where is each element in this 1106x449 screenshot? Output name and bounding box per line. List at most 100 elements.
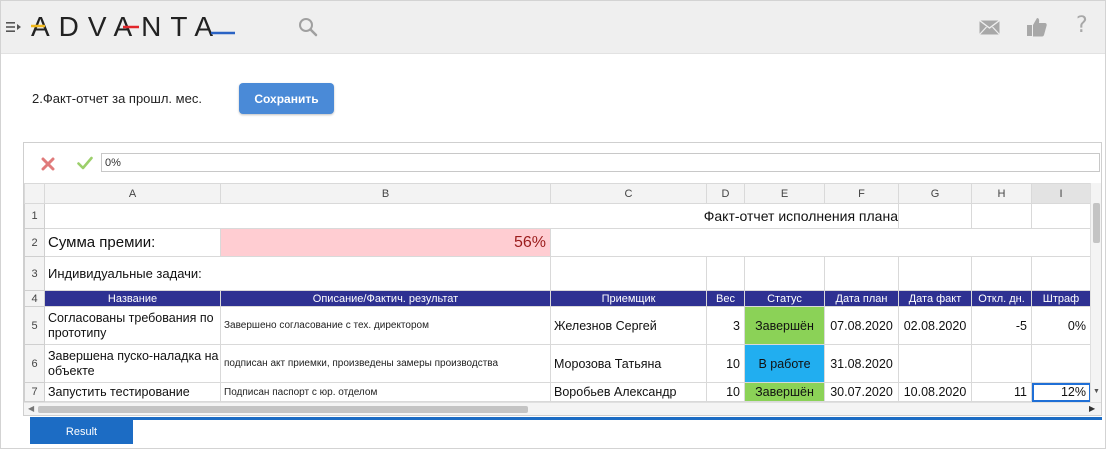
weight-cell[interactable]: 10: [706, 344, 745, 383]
row-header[interactable]: 3: [24, 256, 45, 291]
cell[interactable]: [824, 256, 899, 291]
table-row: 7 Запустить тестирование Подписан паспор…: [24, 382, 1090, 402]
horizontal-scrollbar[interactable]: ◀ ▶: [24, 402, 1101, 415]
header-cell[interactable]: Приемщик: [550, 290, 707, 307]
mail-icon[interactable]: [979, 20, 1000, 35]
top-bar: ADVANTA ?: [1, 1, 1105, 54]
column-header-selected[interactable]: I: [1031, 183, 1090, 204]
fine-cell[interactable]: [1031, 344, 1090, 383]
column-header[interactable]: E: [744, 183, 825, 204]
row-header[interactable]: 7: [24, 382, 45, 402]
fact-date-cell[interactable]: 10.08.2020: [898, 382, 972, 402]
vertical-scrollbar[interactable]: ▼: [1090, 183, 1101, 402]
help-icon[interactable]: ?: [1076, 13, 1088, 38]
row-header[interactable]: 4: [24, 290, 45, 307]
receiver-cell[interactable]: Железнов Сергей: [550, 306, 707, 345]
scroll-right-arrow-icon[interactable]: ▶: [1089, 404, 1095, 413]
row-header[interactable]: 6: [24, 344, 45, 383]
menu-icon[interactable]: [6, 21, 22, 33]
cell[interactable]: [550, 256, 707, 291]
weight-cell[interactable]: 10: [706, 382, 745, 402]
header-cell[interactable]: Откл. дн.: [971, 290, 1032, 307]
table-row: 2 Сумма премии: 56%: [24, 228, 1090, 257]
search-icon[interactable]: [297, 16, 319, 38]
column-header[interactable]: H: [971, 183, 1032, 204]
status-cell[interactable]: В работе: [744, 344, 825, 383]
cell[interactable]: [971, 203, 1032, 229]
row-header[interactable]: 1: [24, 203, 45, 229]
column-header[interactable]: F: [824, 183, 899, 204]
horizontal-scroll-thumb[interactable]: [38, 406, 528, 413]
report-title-cell[interactable]: Факт-отчет исполнения плана: [44, 203, 899, 229]
cell[interactable]: [1031, 256, 1090, 291]
bonus-label-cell[interactable]: Сумма премии:: [44, 228, 221, 257]
table-row: 6 Завершена пуско-наладка на объекте под…: [24, 344, 1090, 383]
status-cell[interactable]: Завершён: [744, 306, 825, 345]
column-header[interactable]: D: [706, 183, 745, 204]
plan-date-cell[interactable]: 31.08.2020: [824, 344, 899, 383]
tasks-label-cell[interactable]: Индивидуальные задачи:: [44, 256, 551, 291]
cell[interactable]: [971, 256, 1032, 291]
cell[interactable]: [898, 256, 972, 291]
task-desc-cell[interactable]: подписан акт приемки, произведены замеры…: [220, 344, 551, 383]
cell[interactable]: [1031, 203, 1090, 229]
weight-cell[interactable]: 3: [706, 306, 745, 345]
column-header[interactable]: G: [898, 183, 972, 204]
header-cell[interactable]: Дата факт: [898, 290, 972, 307]
header-cell[interactable]: Статус: [744, 290, 825, 307]
table-row: 3 Индивидуальные задачи:: [24, 256, 1090, 291]
cell[interactable]: [898, 203, 972, 229]
status-cell[interactable]: Завершён: [744, 382, 825, 402]
spreadsheet-grid: A B C D E F G H I 1 Факт-отчет исполнени…: [24, 183, 1090, 402]
plan-date-cell[interactable]: 07.08.2020: [824, 306, 899, 345]
task-name-cell[interactable]: Запустить тестирование: [44, 382, 221, 402]
column-header[interactable]: C: [550, 183, 707, 204]
plan-date-cell[interactable]: 30.07.2020: [824, 382, 899, 402]
column-header[interactable]: A: [44, 183, 221, 204]
header-cell[interactable]: Вес: [706, 290, 745, 307]
vertical-scroll-thumb[interactable]: [1093, 203, 1100, 243]
table-row: 1 Факт-отчет исполнения плана: [24, 203, 1090, 229]
cell[interactable]: [744, 256, 825, 291]
spreadsheet-panel: A B C D E F G H I 1 Факт-отчет исполнени…: [23, 142, 1102, 416]
task-desc-cell[interactable]: Подписан паспорт с юр. отделом: [220, 382, 551, 402]
page-title: 2.Факт-отчет за прошл. мес.: [32, 91, 202, 106]
scroll-left-arrow-icon[interactable]: ◀: [28, 404, 34, 413]
save-button[interactable]: Сохранить: [239, 83, 334, 114]
cell[interactable]: [706, 256, 745, 291]
fine-cell[interactable]: 0%: [1031, 306, 1090, 345]
cell[interactable]: [550, 228, 1090, 257]
scroll-down-arrow-icon[interactable]: ▼: [1093, 388, 1100, 395]
receiver-cell[interactable]: Воробьев Александр: [550, 382, 707, 402]
column-header-row: A B C D E F G H I: [24, 183, 1090, 204]
task-name-cell[interactable]: Завершена пуско-наладка на объекте: [44, 344, 221, 383]
header-cell[interactable]: Описание/Фактич. результат: [220, 290, 551, 307]
table-header-row: 4 Название Описание/Фактич. результат Пр…: [24, 290, 1090, 307]
formula-input[interactable]: [101, 153, 1100, 172]
deviation-cell[interactable]: -5: [971, 306, 1032, 345]
deviation-cell[interactable]: [971, 344, 1032, 383]
column-header[interactable]: B: [220, 183, 551, 204]
header-cell[interactable]: Название: [44, 290, 221, 307]
fine-cell-active[interactable]: 12%: [1031, 382, 1090, 402]
deviation-cell[interactable]: 11: [971, 382, 1032, 402]
bonus-value-cell[interactable]: 56%: [220, 228, 551, 257]
task-name-cell[interactable]: Согласованы требования по прототипу: [44, 306, 221, 345]
table-row: 5 Согласованы требования по прототипу За…: [24, 306, 1090, 345]
corner-cell[interactable]: [24, 183, 45, 204]
app-frame: ADVANTA ? 2.Факт-отчет за прошл. мес. Со…: [0, 0, 1106, 449]
like-icon[interactable]: [1027, 17, 1047, 37]
receiver-cell[interactable]: Морозова Татьяна: [550, 344, 707, 383]
cancel-icon[interactable]: [41, 157, 55, 171]
row-header[interactable]: 2: [24, 228, 45, 257]
header-cell[interactable]: Дата план: [824, 290, 899, 307]
row-header[interactable]: 5: [24, 306, 45, 345]
fact-date-cell[interactable]: [898, 344, 972, 383]
tab-bar-line: [30, 417, 1102, 420]
advanta-logo[interactable]: ADVANTA: [31, 11, 241, 41]
tab-result[interactable]: Result: [30, 420, 133, 444]
task-desc-cell[interactable]: Завершено согласование с тех. директором: [220, 306, 551, 345]
header-cell[interactable]: Штраф: [1031, 290, 1090, 307]
fact-date-cell[interactable]: 02.08.2020: [898, 306, 972, 345]
confirm-icon[interactable]: [77, 156, 93, 170]
